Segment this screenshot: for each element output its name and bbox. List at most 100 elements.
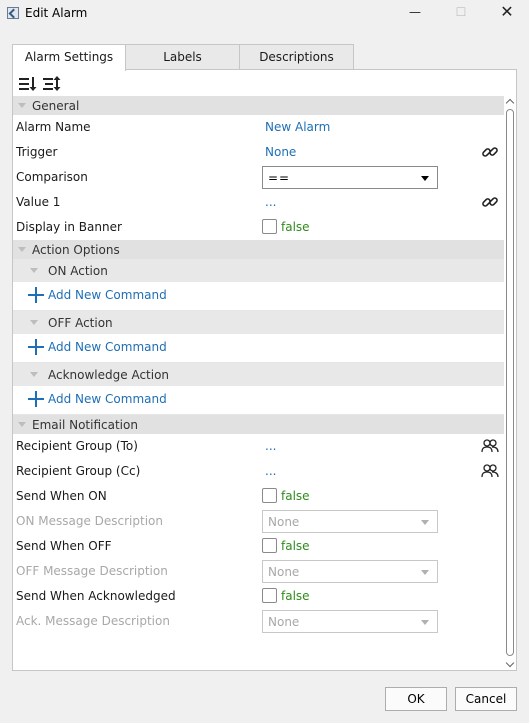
chevron-down-icon	[421, 570, 429, 575]
collapse-arrow-icon[interactable]	[18, 422, 26, 427]
chevron-down-icon	[421, 520, 429, 525]
tab-alarm-settings[interactable]: Alarm Settings	[12, 44, 126, 71]
property-comparison[interactable]: Comparison ==	[13, 165, 504, 190]
close-button[interactable]: ✕	[484, 0, 529, 26]
add-command-button[interactable]: Add New Command	[28, 286, 167, 304]
recipient-cc-value[interactable]: ...	[265, 464, 276, 478]
comparison-select[interactable]: ==	[262, 166, 438, 189]
send-ack-checkbox[interactable]	[262, 588, 277, 603]
property-value1[interactable]: Value 1 ...	[13, 190, 504, 215]
value1-value[interactable]: ...	[265, 195, 276, 209]
on-action-commands: Add New Command	[13, 282, 504, 311]
vertical-scrollbar[interactable]	[505, 96, 516, 670]
banner-value: false	[281, 220, 310, 234]
user-group-icon[interactable]	[481, 463, 499, 479]
alarm-name-value[interactable]: New Alarm	[265, 120, 330, 134]
send-on-label: Send When ON	[16, 489, 107, 503]
chevron-down-icon	[421, 620, 429, 625]
window-title: Edit Alarm	[25, 6, 88, 20]
tab-descriptions[interactable]: Descriptions	[239, 44, 354, 70]
category-label: OFF Action	[48, 315, 113, 330]
category-action-options[interactable]: Action Options	[13, 240, 504, 259]
send-ack-label: Send When Acknowledged	[16, 589, 176, 603]
collapse-arrow-icon[interactable]	[18, 103, 26, 108]
category-general[interactable]: General	[13, 96, 504, 115]
collapse-arrow-icon[interactable]	[30, 320, 38, 325]
add-command-label: Add New Command	[48, 340, 167, 354]
property-alarm-name[interactable]: Alarm Name New Alarm	[13, 115, 504, 140]
category-label: General	[32, 98, 80, 113]
user-group-icon[interactable]	[481, 438, 499, 454]
category-label: Acknowledge Action	[48, 367, 170, 382]
property-panel: General Alarm Name New Alarm Trigger Non…	[12, 69, 517, 671]
category-email-notification[interactable]: Email Notification	[13, 415, 504, 434]
link-icon[interactable]	[481, 144, 499, 160]
tab-labels[interactable]: Labels	[125, 44, 240, 70]
collapse-arrow-icon[interactable]	[30, 268, 38, 273]
sort-alphabetical-icon[interactable]	[41, 74, 61, 94]
recipient-to-value[interactable]: ...	[265, 439, 276, 453]
ok-button[interactable]: OK	[385, 687, 447, 711]
category-on-action[interactable]: ON Action	[13, 259, 504, 282]
ack-message-value: None	[268, 615, 300, 629]
plus-icon	[28, 339, 44, 355]
add-command-label: Add New Command	[48, 392, 167, 406]
category-label: Action Options	[32, 242, 120, 257]
grid-toolbar	[17, 74, 61, 94]
scroll-thumb[interactable]	[506, 109, 514, 656]
add-command-label: Add New Command	[48, 288, 167, 302]
banner-checkbox[interactable]	[262, 219, 277, 234]
send-ack-value: false	[281, 589, 310, 603]
property-send-when-ack[interactable]: Send When Acknowledged false	[13, 584, 504, 609]
tab-strip: Alarm Settings Labels Descriptions	[12, 44, 354, 71]
comparison-label: Comparison	[16, 170, 88, 184]
sort-categorized-icon[interactable]	[17, 74, 37, 94]
trigger-value[interactable]: None	[265, 145, 296, 159]
property-trigger[interactable]: Trigger None	[13, 140, 504, 165]
category-off-action[interactable]: OFF Action	[13, 311, 504, 334]
add-command-button[interactable]: Add New Command	[28, 390, 167, 408]
category-label: ON Action	[48, 263, 108, 278]
property-ack-message[interactable]: Ack. Message Description None	[13, 609, 504, 634]
alarm-name-label: Alarm Name	[16, 120, 91, 134]
plus-icon	[28, 391, 44, 407]
ack-action-commands: Add New Command	[13, 386, 504, 415]
add-command-button[interactable]: Add New Command	[28, 338, 167, 356]
ack-message-label: Ack. Message Description	[16, 614, 170, 628]
recipient-cc-label: Recipient Group (Cc)	[16, 464, 141, 478]
banner-label: Display in Banner	[16, 220, 122, 234]
scroll-up-icon[interactable]	[506, 96, 515, 106]
property-recipient-cc[interactable]: Recipient Group (Cc) ...	[13, 459, 504, 484]
property-on-message[interactable]: ON Message Description None	[13, 509, 504, 534]
send-on-value: false	[281, 489, 310, 503]
send-on-checkbox[interactable]	[262, 488, 277, 503]
property-recipient-to[interactable]: Recipient Group (To) ...	[13, 434, 504, 459]
on-message-select[interactable]: None	[262, 510, 438, 533]
ack-message-select[interactable]: None	[262, 610, 438, 633]
title-bar: Edit Alarm — ☐ ✕	[0, 0, 529, 28]
off-action-commands: Add New Command	[13, 334, 504, 363]
property-send-when-off[interactable]: Send When OFF false	[13, 534, 504, 559]
minimize-button[interactable]: —	[392, 0, 438, 26]
app-icon	[7, 7, 19, 19]
off-message-select[interactable]: None	[262, 560, 438, 583]
maximize-button[interactable]: ☐	[438, 0, 484, 26]
link-icon[interactable]	[481, 194, 499, 210]
property-send-when-on[interactable]: Send When ON false	[13, 484, 504, 509]
collapse-arrow-icon[interactable]	[18, 247, 26, 252]
off-message-label: OFF Message Description	[16, 564, 168, 578]
collapse-arrow-icon[interactable]	[30, 372, 38, 377]
plus-icon	[28, 287, 44, 303]
recipient-to-label: Recipient Group (To)	[16, 439, 138, 453]
cancel-button[interactable]: Cancel	[455, 687, 517, 711]
category-label: Email Notification	[32, 417, 138, 432]
send-off-checkbox[interactable]	[262, 538, 277, 553]
property-grid: General Alarm Name New Alarm Trigger Non…	[13, 96, 504, 634]
property-off-message[interactable]: OFF Message Description None	[13, 559, 504, 584]
send-off-value: false	[281, 539, 310, 553]
value1-label: Value 1	[16, 195, 61, 209]
category-acknowledge-action[interactable]: Acknowledge Action	[13, 363, 504, 386]
on-message-value: None	[268, 515, 300, 529]
property-display-in-banner[interactable]: Display in Banner false	[13, 215, 504, 240]
scroll-down-icon[interactable]	[506, 660, 515, 670]
